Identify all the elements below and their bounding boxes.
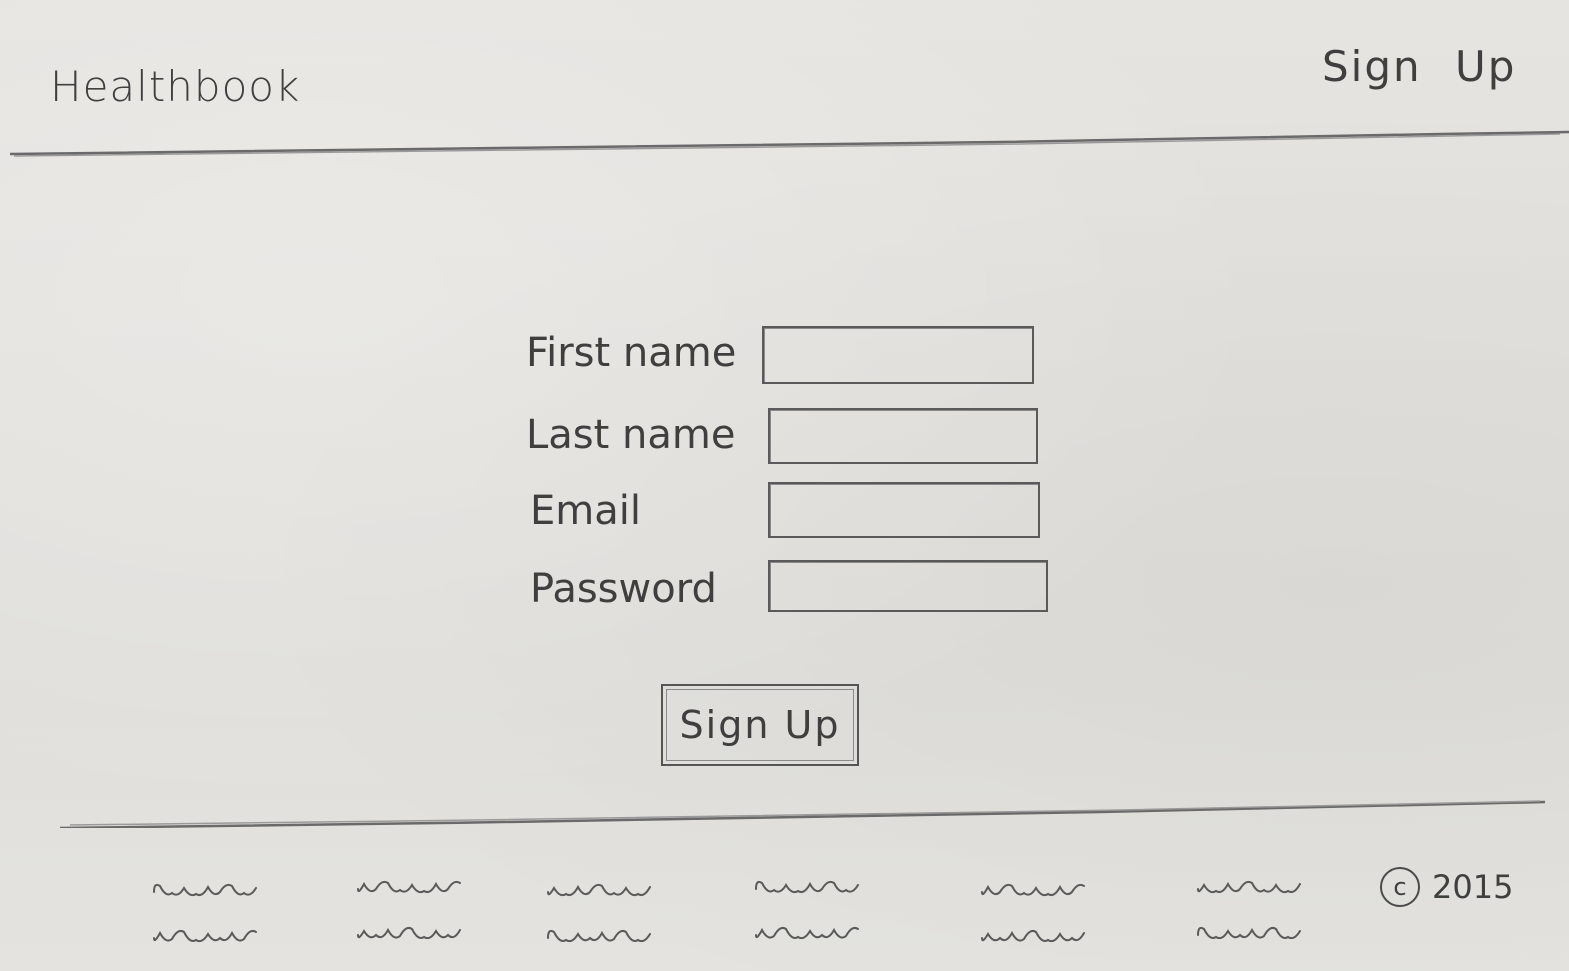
- footer-link[interactable]: [546, 878, 666, 902]
- signup-submit-button[interactable]: Sign Up: [661, 684, 859, 766]
- last-name-input[interactable]: [768, 408, 1038, 464]
- footer-link[interactable]: [1196, 921, 1316, 945]
- email-row: Email: [520, 480, 1080, 540]
- footer-link[interactable]: [980, 924, 1100, 948]
- footer-link[interactable]: [356, 875, 476, 899]
- first-name-label: First name: [526, 330, 737, 376]
- copyright-icon: c: [1380, 867, 1420, 907]
- footer-link[interactable]: [1196, 875, 1316, 899]
- footer-link[interactable]: [356, 921, 476, 945]
- last-name-label: Last name: [526, 412, 736, 458]
- footer-link[interactable]: [754, 921, 874, 945]
- footer-link[interactable]: [152, 924, 272, 948]
- password-row: Password: [520, 558, 1080, 618]
- first-name-row: First name: [520, 322, 1080, 384]
- footer-link[interactable]: [546, 924, 666, 948]
- email-input[interactable]: [768, 482, 1040, 538]
- footer-link[interactable]: [754, 875, 874, 899]
- copyright-year: 2015: [1432, 868, 1514, 906]
- first-name-input[interactable]: [762, 326, 1034, 384]
- password-label: Password: [530, 566, 717, 612]
- footer-link[interactable]: [152, 878, 272, 902]
- copyright: c 2015: [1380, 866, 1513, 907]
- email-label: Email: [530, 488, 641, 534]
- nav-signup-link[interactable]: Sign Up: [1322, 42, 1516, 91]
- footer-link[interactable]: [980, 878, 1100, 902]
- last-name-row: Last name: [520, 406, 1080, 466]
- password-input[interactable]: [768, 560, 1048, 612]
- header-divider: [9, 130, 1569, 157]
- footer-divider: [59, 800, 1546, 828]
- logo[interactable]: Healthbook: [50, 62, 300, 111]
